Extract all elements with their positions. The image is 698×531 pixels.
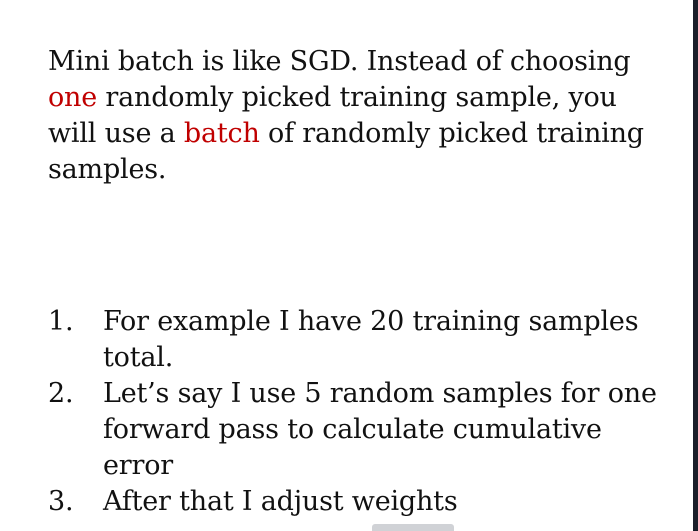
list-item: 3. After that I adjust weights xyxy=(48,484,658,520)
highlight-batch: batch xyxy=(183,118,260,149)
steps-list: 1. For example I have 20 training sample… xyxy=(48,304,658,520)
list-item: 1. For example I have 20 training sample… xyxy=(48,304,658,376)
intro-paragraph: Mini batch is like SGD. Instead of choos… xyxy=(48,44,658,188)
step-text: Let’s say I use 5 random samples for one… xyxy=(103,378,657,481)
highlight-one: one xyxy=(48,82,98,113)
step-number: 1. xyxy=(48,306,74,337)
step-text: After that I adjust weights xyxy=(103,486,458,517)
slide-page: Mini batch is like SGD. Instead of choos… xyxy=(0,0,698,531)
intro-text-part1: Mini batch is like SGD. Instead of choos… xyxy=(48,46,631,77)
list-item: 2. Let’s say I use 5 random samples for … xyxy=(48,376,658,484)
scrollbar-thumb[interactable] xyxy=(372,524,454,531)
step-text: For example I have 20 training samples t… xyxy=(103,306,639,373)
step-number: 3. xyxy=(48,486,74,517)
step-number: 2. xyxy=(48,378,74,409)
window-edge xyxy=(693,0,698,531)
